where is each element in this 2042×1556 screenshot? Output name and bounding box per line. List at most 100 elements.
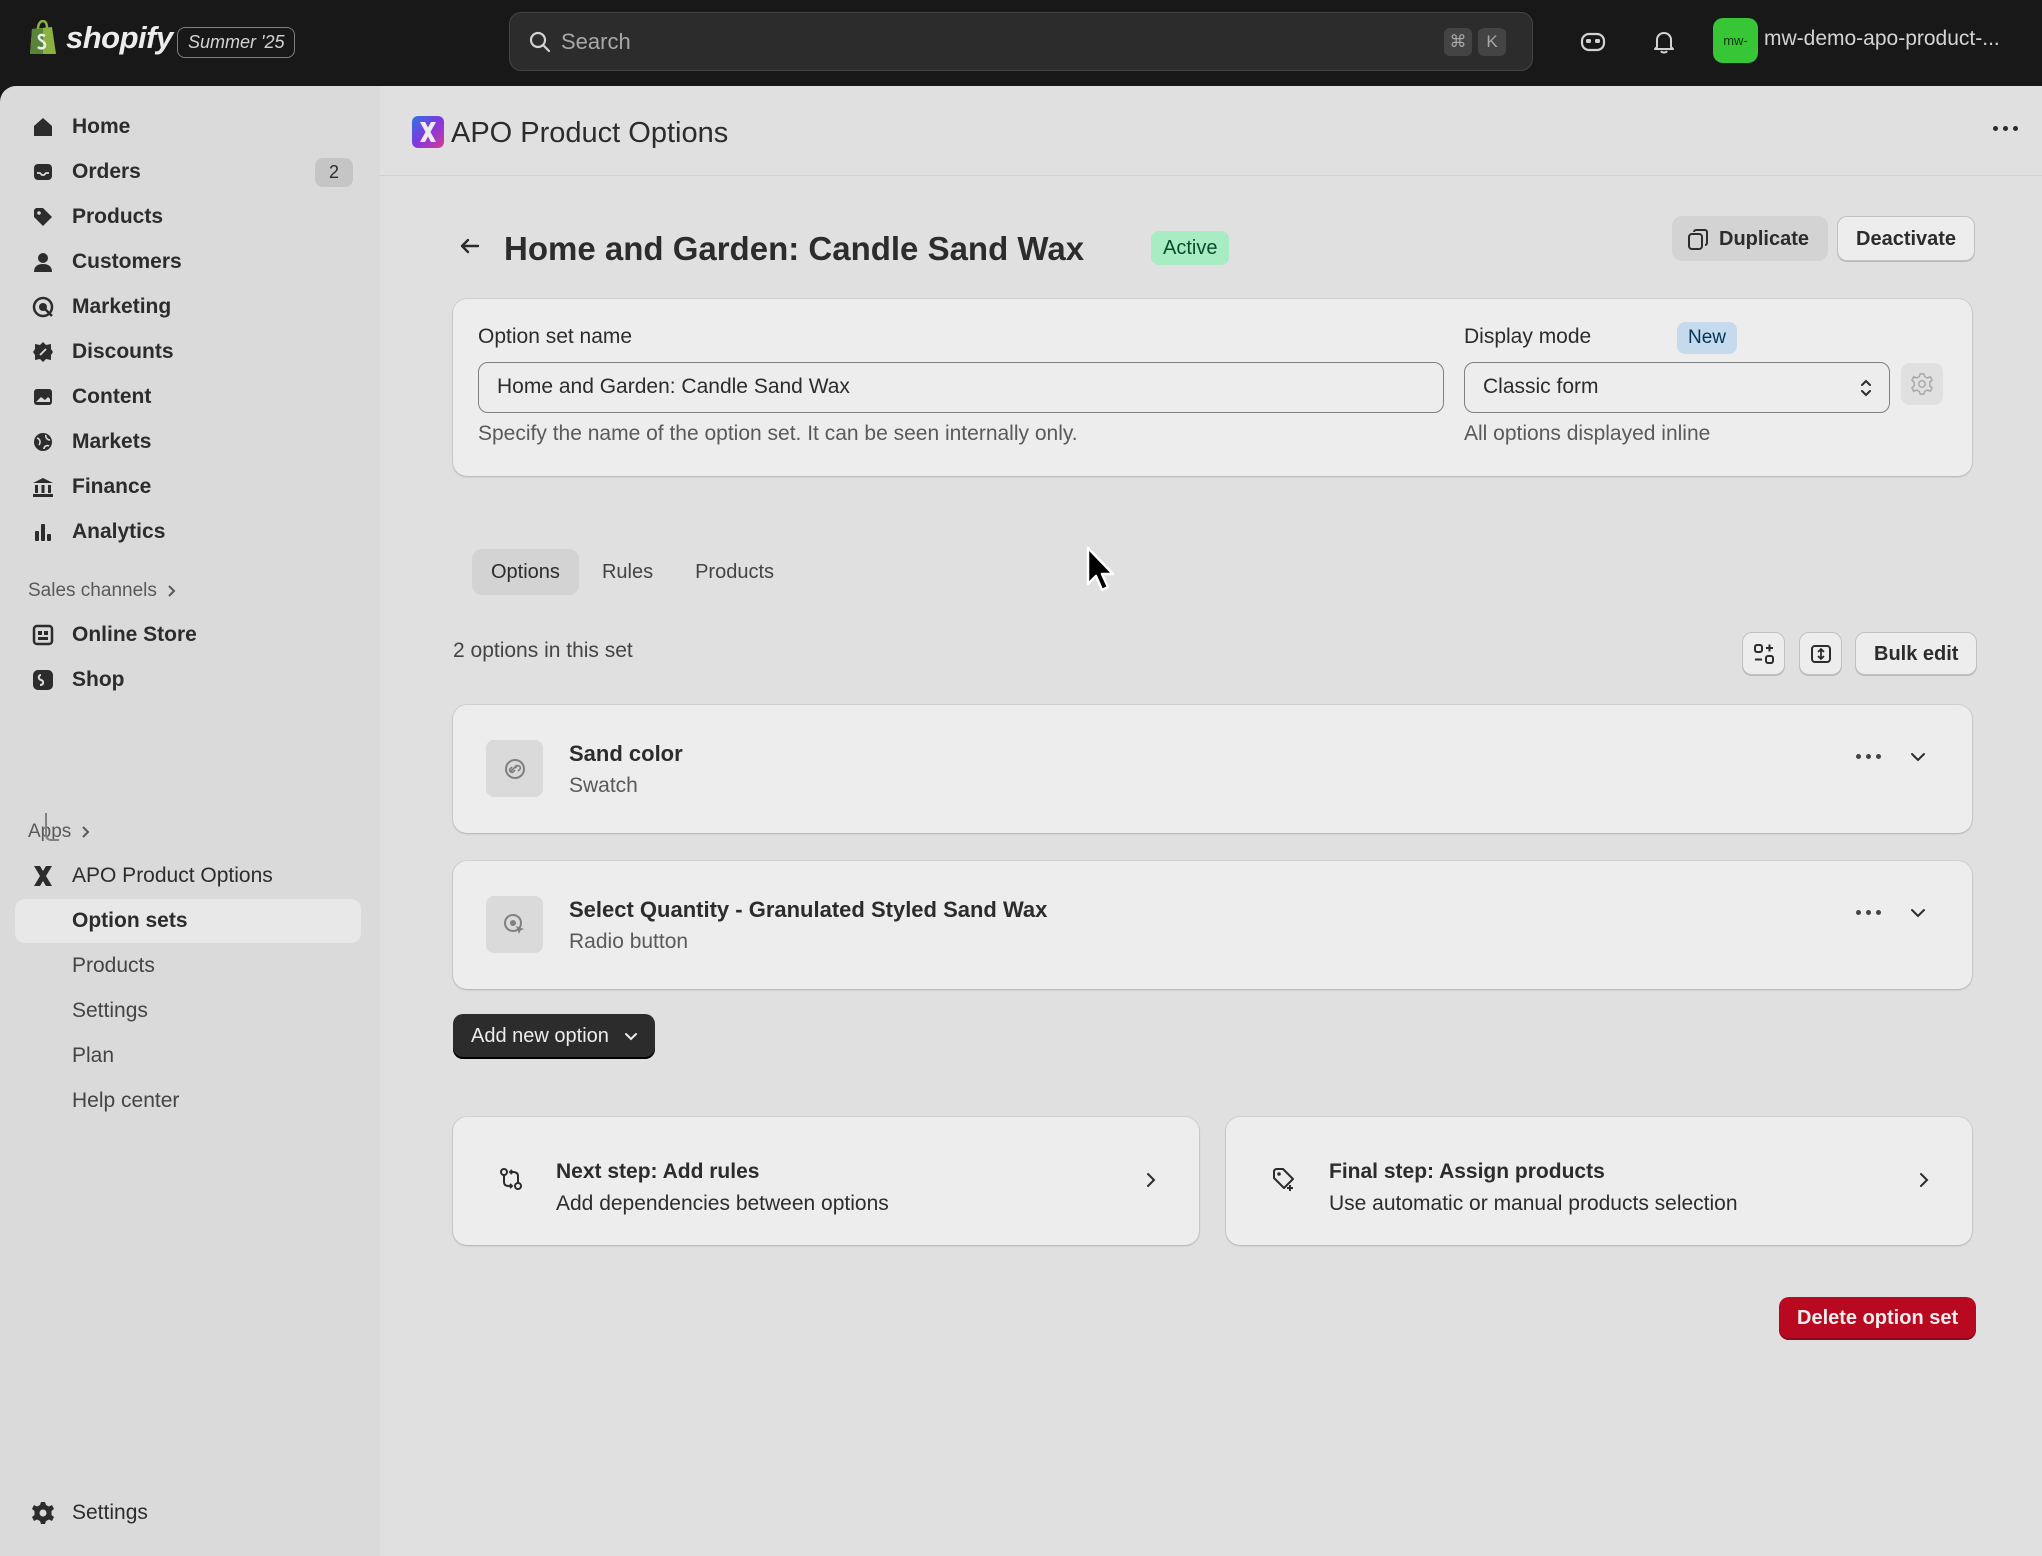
chevron-down-icon: [624, 1033, 637, 1041]
sidebar-item-option-sets[interactable]: Option sets: [15, 899, 361, 943]
step-subtitle: Use automatic or manual products selecti…: [1329, 1192, 1738, 1215]
search-icon: [529, 31, 551, 53]
sidebar-item-label: Online Store: [72, 623, 197, 646]
sidebar-item-label: Content: [72, 385, 152, 408]
sidebar-item-app-settings[interactable]: Settings: [15, 989, 361, 1033]
select-chevron-icon: [1861, 379, 1871, 397]
sidebar-item-home[interactable]: Home: [15, 105, 361, 149]
options-count: 2 options in this set: [453, 639, 633, 662]
sidebar-item-plan[interactable]: Plan: [15, 1034, 361, 1078]
sidebar-item-finance[interactable]: Finance: [15, 465, 361, 509]
option-card-sand-color[interactable]: Sand color Swatch: [453, 705, 1972, 833]
duplicate-button[interactable]: Duplicate: [1672, 216, 1829, 261]
discount-icon: [30, 339, 56, 365]
sidebar-item-online-store[interactable]: Online Store: [15, 613, 361, 657]
sidebar-item-shop[interactable]: Shop: [15, 658, 361, 702]
option-title: Select Quantity - Granulated Styled Sand…: [569, 897, 1048, 922]
target-icon: [30, 294, 56, 320]
sidebar-item-app-products[interactable]: Products: [15, 944, 361, 988]
sidebar-item-label: Products: [72, 954, 155, 977]
display-mode-select[interactable]: Classic form: [1464, 362, 1890, 413]
sidebar-item-content[interactable]: Content: [15, 375, 361, 419]
option-set-name-input[interactable]: Home and Garden: Candle Sand Wax: [478, 362, 1444, 413]
sidekick-icon[interactable]: [1575, 24, 1611, 60]
option-card-select-quantity[interactable]: Select Quantity - Granulated Styled Sand…: [453, 861, 1972, 989]
shopify-logo[interactable]: shopify: [28, 20, 173, 56]
app-header: APO Product Options: [380, 86, 2042, 176]
sidebar-item-label: Discounts: [72, 340, 174, 363]
duplicate-icon: [1688, 229, 1708, 250]
collapse-icon: [1810, 644, 1831, 663]
edition-badge[interactable]: Summer '25: [177, 27, 296, 58]
tree-connector: [45, 813, 59, 841]
chevron-right-icon: [168, 585, 176, 597]
gear-icon: [30, 1500, 56, 1526]
sidebar-item-label: Orders: [72, 160, 141, 183]
chevron-right-icon: [1147, 1173, 1156, 1187]
status-badge: Active: [1151, 231, 1230, 265]
sidebar-item-settings[interactable]: Settings: [15, 1491, 361, 1535]
radio-cursor-icon: [486, 896, 543, 953]
collapse-all-button[interactable]: [1799, 632, 1842, 675]
sales-channels-label: Sales channels: [28, 580, 157, 601]
sidebar-item-products[interactable]: Products: [15, 195, 361, 239]
bell-icon[interactable]: [1646, 24, 1682, 60]
delete-option-set-button[interactable]: Delete option set: [1779, 1297, 1977, 1340]
tab-options[interactable]: Options: [472, 549, 579, 595]
sidebar-item-discounts[interactable]: Discounts: [15, 330, 361, 374]
sidebar-item-orders[interactable]: Orders 2: [15, 150, 361, 194]
sidebar-item-help-center[interactable]: Help center: [15, 1079, 361, 1123]
sidebar-item-label: Home: [72, 115, 131, 138]
mouse-cursor-icon: [1086, 546, 1115, 592]
main-content: APO Product Options Home and Garden: Can…: [380, 86, 2042, 1556]
sidebar-item-label: Marketing: [72, 295, 172, 318]
sales-channels-heading[interactable]: Sales channels: [28, 580, 177, 602]
tab-bar: Options Rules Products: [472, 549, 793, 595]
display-mode-label: Display mode: [1464, 325, 1592, 348]
person-icon: [30, 249, 56, 275]
sidebar-item-analytics[interactable]: Analytics: [15, 510, 361, 554]
sidebar: Home Orders 2 Products Customers Marketi…: [0, 86, 380, 1556]
sidebar-item-markets[interactable]: Markets: [15, 420, 361, 464]
display-mode-value: Classic form: [1483, 375, 1599, 398]
sidebar-item-marketing[interactable]: Marketing: [15, 285, 361, 329]
page-title: Home and Garden: Candle Sand Wax: [504, 230, 1085, 267]
store-name[interactable]: mw-demo-apo-product-...: [1764, 27, 2000, 51]
tab-rules[interactable]: Rules: [583, 549, 672, 595]
back-arrow-icon[interactable]: [452, 228, 488, 264]
chevron-down-icon[interactable]: [1907, 902, 1929, 924]
display-mode-help: All options displayed inline: [1464, 422, 1711, 445]
home-icon: [30, 114, 56, 140]
search-input[interactable]: Search ⌘ K: [509, 12, 1533, 71]
deactivate-button[interactable]: Deactivate: [1837, 216, 1976, 261]
search-placeholder: Search: [561, 29, 631, 54]
apps-heading[interactable]: Apps: [28, 821, 91, 843]
add-new-option-button[interactable]: Add new option: [453, 1014, 655, 1059]
expand-all-button[interactable]: [1742, 632, 1785, 675]
globe-icon: [30, 429, 56, 455]
image-icon: [30, 384, 56, 410]
shopify-bag-icon: [30, 20, 56, 54]
option-more-icon[interactable]: [1856, 910, 1881, 915]
option-set-name-label: Option set name: [478, 325, 633, 348]
apo-logo-icon: [412, 116, 444, 148]
tab-products[interactable]: Products: [676, 549, 793, 595]
bank-icon: [30, 474, 56, 500]
sidebar-item-customers[interactable]: Customers: [15, 240, 361, 284]
sidebar-item-label: Products: [72, 205, 164, 228]
inbox-icon: [30, 159, 56, 185]
step-subtitle: Add dependencies between options: [556, 1192, 889, 1215]
next-step-add-rules-card[interactable]: Next step: Add rules Add dependencies be…: [453, 1117, 1199, 1245]
chevron-down-icon[interactable]: [1907, 746, 1929, 768]
link-icon: [486, 740, 543, 797]
final-step-assign-products-card[interactable]: Final step: Assign products Use automati…: [1226, 1117, 1972, 1245]
more-actions-icon[interactable]: [1993, 126, 2018, 131]
tag-plus-icon: [1273, 1168, 1294, 1191]
sidebar-item-apo-product-options[interactable]: APO Product Options: [15, 854, 361, 898]
sidebar-item-label: Markets: [72, 430, 152, 453]
option-more-icon[interactable]: [1856, 754, 1881, 759]
display-settings-button[interactable]: [1901, 363, 1943, 405]
store-avatar[interactable]: mw-: [1713, 18, 1758, 63]
tag-icon: [30, 204, 56, 230]
bulk-edit-button[interactable]: Bulk edit: [1855, 632, 1978, 675]
